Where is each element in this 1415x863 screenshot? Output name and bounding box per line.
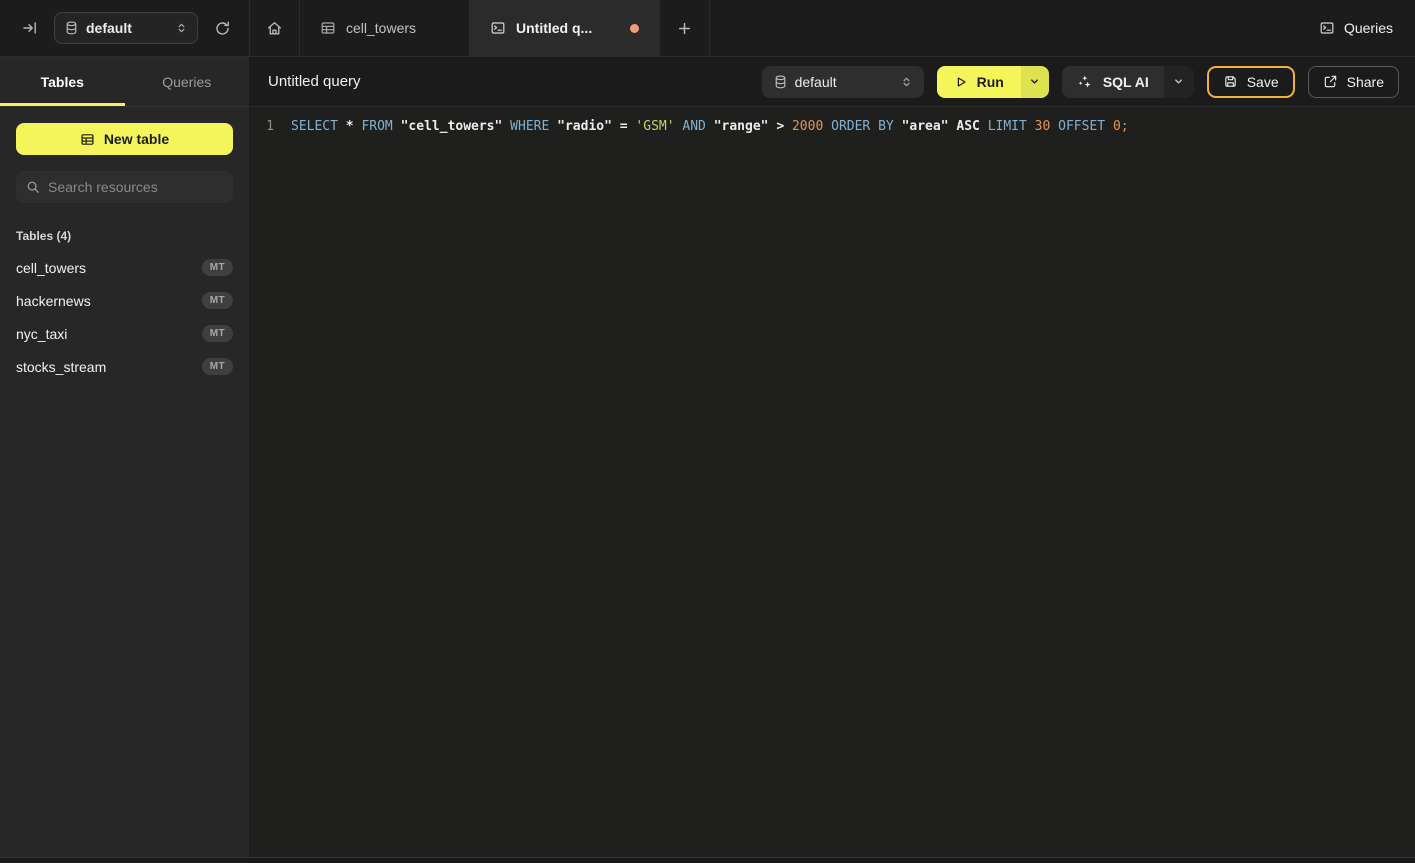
tab-label: Untitled q... bbox=[516, 20, 592, 36]
console-icon bbox=[1319, 20, 1335, 36]
search-icon bbox=[26, 180, 40, 194]
share-icon bbox=[1323, 74, 1338, 89]
database-icon bbox=[774, 75, 787, 89]
connection-select-value: default bbox=[86, 20, 132, 36]
topbar: default bbox=[0, 0, 1415, 57]
connection-select[interactable]: default bbox=[54, 12, 198, 44]
page-title: Untitled query bbox=[268, 73, 361, 90]
queries-button[interactable]: Queries bbox=[1319, 20, 1393, 36]
code-content: SELECT * FROM "cell_towers" WHERE "radio… bbox=[274, 116, 1129, 138]
line-number: 1 bbox=[250, 116, 274, 138]
sql-ai-split-button: SQL AI bbox=[1062, 66, 1194, 98]
refresh-icon bbox=[214, 20, 231, 37]
table-engine-badge: MT bbox=[202, 292, 233, 309]
sparkles-icon bbox=[1077, 74, 1093, 90]
sql-ai-options-button[interactable] bbox=[1164, 66, 1194, 98]
home-tab[interactable] bbox=[250, 0, 300, 56]
play-icon bbox=[954, 75, 968, 89]
database-icon bbox=[65, 21, 78, 35]
console-icon bbox=[490, 20, 506, 36]
unsaved-changes-dot bbox=[630, 24, 639, 33]
table-name: stocks_stream bbox=[16, 359, 106, 375]
search-box bbox=[16, 171, 233, 203]
unfold-chevrons-icon bbox=[901, 76, 912, 88]
search-input[interactable] bbox=[48, 179, 229, 195]
table-list-item[interactable]: stocks_stream MT bbox=[0, 350, 249, 383]
sql-editor[interactable]: 1 SELECT * FROM "cell_towers" WHERE "rad… bbox=[250, 107, 1415, 857]
connection-select-value: default bbox=[795, 74, 837, 90]
chevron-down-icon bbox=[1029, 76, 1040, 87]
table-list-item[interactable]: hackernews MT bbox=[0, 284, 249, 317]
sidebar: Tables Queries New table bbox=[0, 57, 250, 857]
table-name: cell_towers bbox=[16, 260, 86, 276]
collapse-sidebar-icon bbox=[22, 20, 38, 36]
tab-cell-towers[interactable]: cell_towers bbox=[300, 0, 470, 56]
tables-list: cell_towersMThackernewsMTnyc_taxiMTstock… bbox=[0, 251, 249, 383]
table-list-item[interactable]: cell_towers MT bbox=[0, 251, 249, 284]
run-options-button[interactable] bbox=[1021, 66, 1049, 98]
table-list-item[interactable]: nyc_taxi MT bbox=[0, 317, 249, 350]
save-button[interactable]: Save bbox=[1207, 66, 1295, 98]
topbar-left: default bbox=[0, 0, 250, 56]
share-button-label: Share bbox=[1347, 74, 1384, 90]
table-name: nyc_taxi bbox=[16, 326, 67, 342]
save-button-label: Save bbox=[1247, 74, 1279, 90]
sql-ai-button-label: SQL AI bbox=[1103, 74, 1149, 90]
table-icon bbox=[320, 20, 336, 36]
code-line: 1 SELECT * FROM "cell_towers" WHERE "rad… bbox=[250, 116, 1415, 138]
run-button[interactable]: Run bbox=[937, 66, 1021, 98]
sql-ai-button[interactable]: SQL AI bbox=[1062, 66, 1164, 98]
connection-select[interactable]: default bbox=[762, 66, 924, 98]
refresh-button[interactable] bbox=[210, 16, 235, 41]
new-tab-button[interactable] bbox=[660, 0, 710, 56]
chevron-down-icon bbox=[1173, 76, 1184, 87]
home-icon bbox=[266, 20, 283, 37]
run-split-button: Run bbox=[937, 66, 1049, 98]
tab-untitled-query[interactable]: Untitled q... bbox=[470, 0, 660, 56]
table-engine-badge: MT bbox=[202, 325, 233, 342]
new-table-button-label: New table bbox=[104, 131, 169, 147]
content: Tables Queries New table bbox=[0, 57, 1415, 857]
run-button-label: Run bbox=[977, 74, 1004, 90]
sidebar-tabs: Tables Queries bbox=[0, 57, 249, 107]
table-name: hackernews bbox=[16, 293, 91, 309]
table-icon bbox=[80, 132, 95, 147]
bottom-edge bbox=[0, 857, 1415, 863]
unfold-chevrons-icon bbox=[176, 22, 187, 34]
sidebar-tab-label: Queries bbox=[162, 74, 211, 90]
queries-button-label: Queries bbox=[1344, 20, 1393, 36]
sidebar-tab-tables[interactable]: Tables bbox=[0, 57, 125, 106]
tabstrip: cell_towers Untitled q... bbox=[250, 0, 710, 56]
editor-header: Untitled query default bbox=[250, 57, 1415, 107]
tables-section-title: Tables (4) bbox=[16, 229, 233, 243]
app-window: default bbox=[0, 0, 1415, 863]
plus-icon bbox=[677, 21, 692, 36]
topbar-right: Queries bbox=[1319, 0, 1415, 56]
share-button[interactable]: Share bbox=[1308, 66, 1399, 98]
tab-label: cell_towers bbox=[346, 20, 416, 36]
main-panel: Untitled query default bbox=[250, 57, 1415, 857]
new-table-button[interactable]: New table bbox=[16, 123, 233, 155]
save-icon bbox=[1223, 74, 1238, 89]
table-engine-badge: MT bbox=[202, 358, 233, 375]
table-engine-badge: MT bbox=[202, 259, 233, 276]
sidebar-tab-label: Tables bbox=[41, 74, 84, 90]
collapse-sidebar-button[interactable] bbox=[18, 16, 42, 40]
sidebar-tab-queries[interactable]: Queries bbox=[125, 57, 250, 106]
